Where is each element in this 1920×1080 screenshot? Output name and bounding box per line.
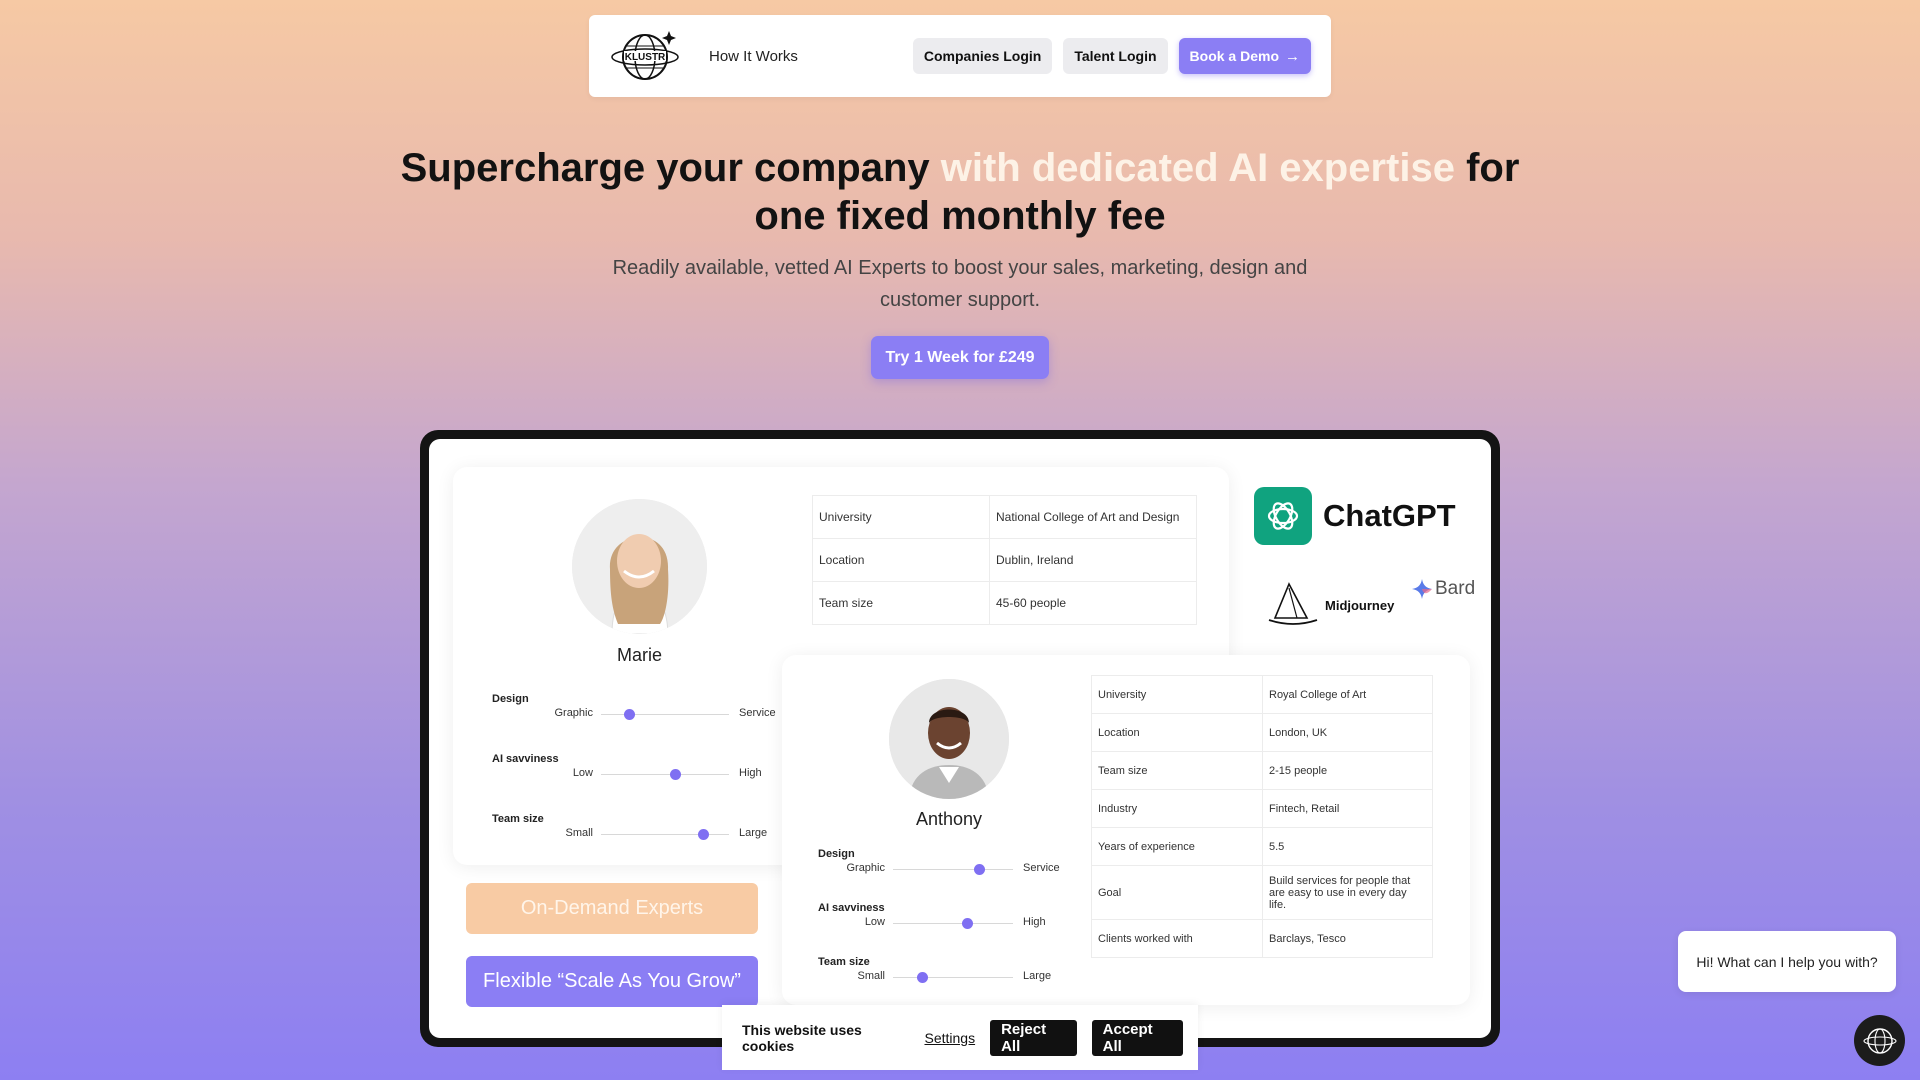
table-row: Clients worked with Barclays, Tesco: [1091, 919, 1433, 958]
avatar-anthony: [889, 679, 1009, 799]
table-value-cell: Royal College of Art: [1262, 675, 1433, 714]
accept-all-button[interactable]: Accept All: [1091, 1019, 1183, 1056]
hero-subtitle: Readily available, vetted AI Experts to …: [612, 257, 1308, 311]
slider-min-label: Graphic: [846, 862, 885, 874]
slider-label: Team size: [818, 956, 870, 968]
cookie-message: This website uses cookies: [742, 1021, 862, 1054]
on-demand-experts-pill: On-Demand Experts: [466, 883, 758, 934]
reject-all-button[interactable]: Reject All: [990, 1019, 1077, 1056]
slider-min-label: Low: [864, 916, 885, 928]
slider-label: AI savviness: [492, 753, 559, 765]
slider-track: [601, 714, 729, 715]
slider-max-label: Service: [739, 707, 776, 719]
slider-label: Team size: [492, 813, 544, 825]
table-key-cell: Location: [1091, 713, 1263, 752]
table-value-cell: Barclays, Tesco: [1262, 919, 1433, 958]
table-key-cell: Years of experience: [1091, 827, 1263, 866]
try-week-button[interactable]: Try 1 Week for £249: [871, 336, 1049, 379]
slider-max-label: Large: [739, 827, 768, 839]
slider-max-label: Service: [1023, 862, 1060, 874]
table-value-cell: 2-15 people: [1262, 751, 1433, 790]
table-key-cell: Industry: [1091, 789, 1263, 828]
table-key-cell: Team size: [1091, 751, 1263, 790]
arrow-right-icon: →: [1285, 47, 1300, 65]
slider-handle[interactable]: [974, 864, 986, 875]
svg-text:KLUSTR: KLUSTR: [625, 52, 666, 63]
table-key-cell: Goal: [1091, 865, 1263, 920]
flexible-scale-pill: Flexible “Scale As You Grow”: [466, 956, 758, 1007]
slider-min-label: Small: [565, 827, 593, 839]
hero-title: Supercharge your company with dedicated …: [400, 146, 1520, 238]
slider-handle[interactable]: [698, 829, 710, 840]
table-key-cell: Location: [812, 538, 990, 582]
slider-label: Design: [818, 848, 855, 860]
table-row: University National College of Art and De…: [812, 495, 1197, 539]
expert-name-marie: Marie: [616, 645, 662, 665]
table-key-cell: Clients worked with: [1091, 919, 1263, 958]
klustr-globe-icon: [1862, 1027, 1897, 1054]
table-value-cell: 45-60 people: [989, 581, 1197, 625]
table-value-cell: Build services for people that are easy …: [1262, 865, 1433, 920]
slider-handle[interactable]: [962, 918, 974, 929]
slider-min-label: Low: [572, 767, 593, 779]
slider-max-label: Large: [1023, 970, 1052, 982]
device-screen: Marie Design Graphic Service AI savviness Lo…: [429, 439, 1491, 1038]
marie-info-table: University National College of Art and De…: [812, 495, 1197, 625]
chatgpt-logo: ChatGPT: [1254, 487, 1456, 545]
expert-name-anthony: Anthony: [915, 809, 983, 829]
slider-track: [601, 834, 729, 835]
chat-greeting-bubble[interactable]: Hi! What can I help you with?: [1678, 931, 1896, 992]
table-row: Location London, UK: [1091, 713, 1433, 752]
expert-card-anthony: Anthony Design Graphic Service AI savviness…: [782, 655, 1470, 1005]
midjourney-boat-icon: [1268, 582, 1318, 625]
nav-how-it-works[interactable]: How It Works: [709, 48, 798, 65]
slider-track: [601, 774, 729, 775]
table-row: Location Dublin, Ireland: [812, 538, 1197, 582]
table-row: Goal Build services for people that are e…: [1091, 865, 1433, 920]
table-key-cell: University: [812, 495, 990, 539]
slider-label: AI savviness: [818, 902, 885, 914]
slider-handle[interactable]: [624, 709, 636, 720]
bard-logo: Bard: [1411, 578, 1475, 600]
cookie-banner: This website uses cookies Settings Rejec…: [722, 1005, 1198, 1070]
slider-handle[interactable]: [916, 972, 928, 983]
slider-handle[interactable]: [670, 769, 682, 780]
slider-min-label: Graphic: [554, 707, 593, 719]
book-demo-button[interactable]: Book a Demo →: [1178, 38, 1311, 74]
top-navbar: KLUSTR How It Works Companies Login Tale…: [589, 15, 1331, 97]
slider-max-label: High: [1023, 916, 1046, 928]
midjourney-logo: Midjourney: [1267, 582, 1394, 628]
device-mockup: Marie Design Graphic Service AI savviness Lo…: [420, 430, 1500, 1047]
table-row: Team size 45-60 people: [812, 581, 1197, 625]
table-value-cell: Dublin, Ireland: [989, 538, 1197, 582]
table-key-cell: Team size: [812, 581, 990, 625]
avatar-marie: [572, 499, 707, 634]
anthony-info-table: University Royal College of Art Location Lo…: [1091, 675, 1433, 958]
table-value-cell: 5.5: [1262, 827, 1433, 866]
table-row: University Royal College of Art: [1091, 675, 1433, 714]
table-value-cell: National College of Art and Design: [989, 495, 1197, 539]
slider-label: Design: [492, 693, 529, 705]
table-row: Team size 2-15 people: [1091, 751, 1433, 790]
table-value-cell: Fintech, Retail: [1262, 789, 1433, 828]
slider-min-label: Small: [857, 970, 885, 982]
slider-track: [893, 923, 1013, 924]
openai-icon: [1254, 487, 1312, 545]
slider-track: [893, 869, 1013, 870]
slider-max-label: High: [739, 767, 762, 779]
klustr-logo[interactable]: KLUSTR: [611, 28, 681, 84]
table-row: Industry Fintech, Retail: [1091, 789, 1433, 828]
bard-sparkle-icon: [1412, 579, 1432, 599]
companies-login-button[interactable]: Companies Login: [912, 38, 1053, 74]
cookie-settings-link[interactable]: Settings: [924, 1030, 975, 1046]
table-key-cell: University: [1091, 675, 1263, 714]
table-row: Years of experience 5.5: [1091, 827, 1433, 866]
slider-track: [893, 977, 1013, 978]
talent-login-button[interactable]: Talent Login: [1063, 38, 1168, 74]
table-value-cell: London, UK: [1262, 713, 1433, 752]
chat-launcher-button[interactable]: [1854, 1015, 1905, 1066]
